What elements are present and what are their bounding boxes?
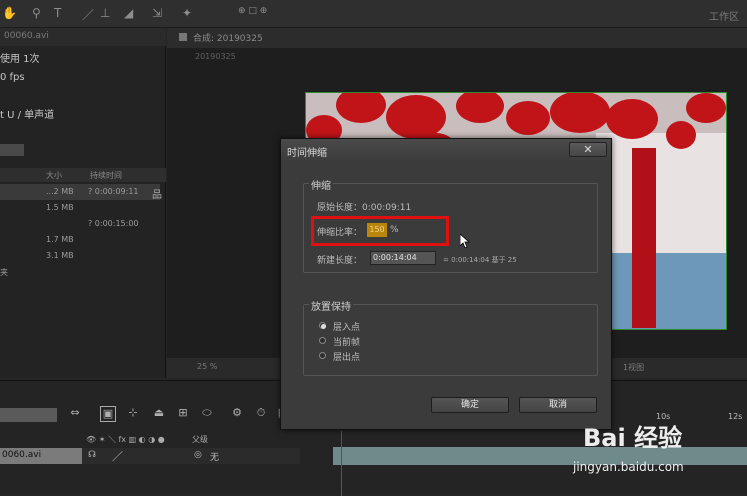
graph-editor-icon[interactable]: ⬭ [200, 406, 214, 420]
watermark-url: jingyan.baidu.com [573, 460, 684, 474]
hold-layer-in-radio[interactable] [319, 322, 326, 329]
baidu-watermark: Bai 经验 jingyan.baidu.com [573, 412, 745, 482]
column-size[interactable]: 大小 [46, 170, 62, 181]
project-column-header: 大小 持续时间 [0, 168, 166, 182]
composition-tabbar: 合成: 20190325 [167, 28, 747, 48]
dialog-title: 时间伸缩 [287, 148, 327, 159]
composition-breadcrumb[interactable]: 20190325 [195, 52, 236, 61]
watermark-brand: Bai 经验 [583, 424, 683, 452]
text-tool-icon[interactable]: T [54, 6, 61, 20]
quality-switch-icon[interactable]: ／ [112, 448, 123, 464]
project-panel: 00060.avi 使用 1次 0 fps t U / 单声道 大小 持续时间 … [0, 28, 166, 378]
playhead[interactable] [341, 431, 342, 496]
usage-info: 使用 1次 [0, 54, 40, 65]
workspace-label[interactable]: 工作区 [709, 8, 739, 23]
table-row[interactable]: ...2 MB ? 0:00:09:11 [0, 184, 160, 200]
pen-tool-icon[interactable]: ／ [82, 6, 94, 23]
puppet-tool-icon[interactable]: ✦ [182, 6, 192, 20]
mouse-cursor-icon [460, 234, 471, 248]
pick-whip-icon[interactable]: ◎ [194, 450, 202, 460]
shy-layers-icon[interactable]: ⊹ [126, 406, 140, 420]
stamp-tool-icon[interactable]: ⊥ [100, 6, 110, 20]
view-select[interactable]: 1视图 [623, 362, 644, 373]
hold-option-label[interactable]: 层出点 [333, 350, 360, 363]
table-row[interactable]: ? 0:00:15:00 [0, 216, 160, 232]
highlight-box [311, 216, 449, 246]
cancel-button[interactable]: 取消 [519, 397, 597, 413]
stretch-group-label: 伸缩 [309, 177, 333, 192]
hold-current-frame-radio[interactable] [319, 337, 326, 344]
timeline-search-input[interactable] [0, 408, 57, 422]
hand-tool-icon[interactable]: ✋ [2, 6, 17, 20]
parent-select[interactable]: 无 [210, 450, 219, 463]
zoom-select[interactable]: 25 % [197, 362, 217, 371]
layer-name[interactable]: 0060.avi [0, 448, 82, 464]
new-duration-note: = 0:00:14:04 基于 25 [443, 256, 517, 264]
stopwatch-icon[interactable]: ⏱ [254, 406, 268, 420]
lock-icon[interactable] [179, 33, 187, 41]
project-tab[interactable]: 00060.avi [0, 28, 166, 46]
table-row[interactable]: 1.5 MB [0, 200, 160, 216]
frame-blending-icon[interactable]: ⏏ [152, 406, 166, 420]
motion-blur-icon[interactable]: ⊞ [176, 406, 190, 420]
composition-tab[interactable]: 合成: 20190325 [193, 31, 263, 44]
table-row[interactable]: 3.1 MB [0, 248, 160, 264]
brainstorm-icon[interactable]: ⚙ [230, 406, 244, 420]
column-duration[interactable]: 持续时间 [90, 170, 122, 181]
composition-mini-flowchart-icon[interactable]: ⇔ [68, 406, 82, 420]
original-duration: 原始长度：0:00:09:11 [317, 203, 412, 213]
new-duration-input[interactable]: 0:00:14:04 [370, 251, 436, 265]
table-row[interactable]: 夹 [0, 264, 160, 280]
flowchart-icon[interactable]: 品 [152, 186, 162, 201]
ok-button[interactable]: 确定 [431, 397, 509, 413]
hold-group-label: 放置保持 [309, 298, 353, 313]
switches-header: 👁 ✶ ＼ fx ▥ ◐ ◑ ● [86, 435, 165, 444]
snap-icon[interactable]: ⊕ □ ⊕ [238, 6, 267, 16]
hold-layer-out-radio[interactable] [319, 352, 326, 359]
close-button[interactable]: ✕ [569, 142, 607, 157]
new-duration-label: 新建长度： [317, 256, 363, 266]
draft-3d-icon[interactable]: ▣ [100, 406, 116, 422]
close-icon: ✕ [583, 143, 593, 156]
hold-option-label[interactable]: 层入点 [333, 320, 360, 333]
table-row[interactable]: 1.7 MB [0, 232, 160, 248]
parent-header: 父级 [192, 435, 208, 444]
audio-toggle-icon[interactable]: ☊ [88, 450, 96, 460]
hold-option-label[interactable]: 当前帧 [333, 335, 360, 348]
top-toolbar: ✋ ⚲ T ／ ⊥ ◢ ⇲ ✦ ⊕ □ ⊕ 工作区 [0, 0, 747, 28]
pin-tool-icon[interactable]: ⚲ [32, 6, 41, 20]
eraser-tool-icon[interactable]: ◢ [124, 6, 133, 20]
audio-info: t U / 单声道 [0, 110, 55, 121]
roto-tool-icon[interactable]: ⇲ [152, 6, 162, 20]
dialog-titlebar[interactable]: 时间伸缩 ✕ [281, 139, 611, 161]
fps-info: 0 fps [0, 72, 25, 83]
bit-depth-button[interactable] [0, 144, 24, 156]
time-stretch-dialog: 时间伸缩 ✕ 伸缩 原始长度：0:00:09:11 伸缩比率： 150 % 新建… [280, 138, 612, 430]
